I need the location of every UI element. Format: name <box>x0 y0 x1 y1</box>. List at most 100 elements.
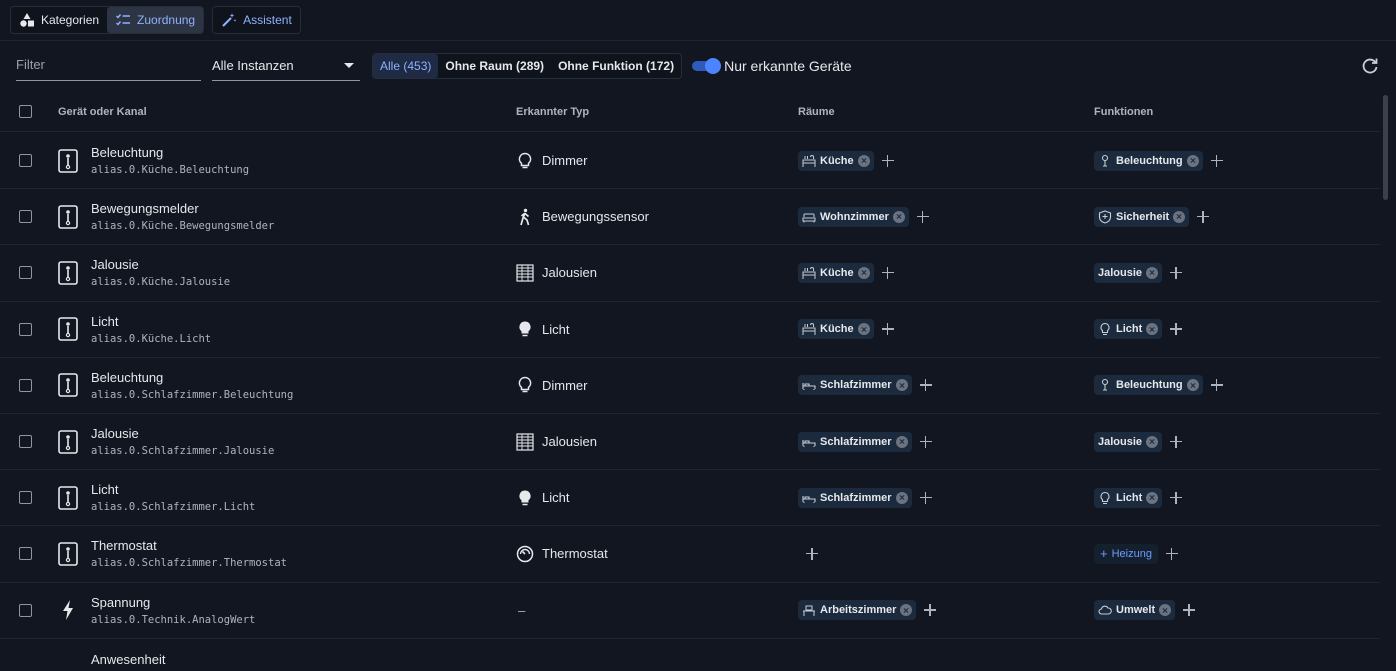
room-chip[interactable]: Schlafzimmer <box>798 487 912 508</box>
add-function-icon[interactable] <box>1164 546 1180 562</box>
room-chip[interactable]: Wohnzimmer <box>798 206 909 227</box>
room-chip[interactable]: Küche <box>798 262 874 283</box>
room-chip-label: Schlafzimmer <box>820 435 892 448</box>
function-chip[interactable]: Sicherheit <box>1094 206 1190 227</box>
tab-kategorien[interactable]: Kategorien <box>11 7 107 33</box>
remove-icon[interactable] <box>1146 491 1159 504</box>
header-type[interactable]: Erkannter Typ <box>516 106 798 118</box>
remove-icon[interactable] <box>1146 435 1159 448</box>
device-cell[interactable]: Beleuchtung alias.0.Schlafzimmer.Beleucht… <box>58 370 516 401</box>
row-checkbox[interactable] <box>19 266 32 280</box>
device-cell[interactable]: Spannung alias.0.Technik.AnalogWert <box>58 595 516 626</box>
tab-assistent[interactable]: Assistent <box>213 7 300 33</box>
refresh-icon[interactable] <box>1360 56 1380 76</box>
header-functions[interactable]: Funktionen <box>1094 106 1380 118</box>
recognized-toggle[interactable]: Nur erkannte Geräte <box>692 58 852 74</box>
function-chip[interactable]: Beleuchtung <box>1094 150 1203 171</box>
add-function-icon[interactable] <box>1181 602 1197 618</box>
device-cell[interactable]: Beleuchtung alias.0.Küche.Beleuchtung <box>58 145 516 176</box>
device-cell[interactable]: Licht alias.0.Küche.Licht <box>58 314 516 345</box>
row-check-cell <box>0 491 58 505</box>
remove-icon[interactable] <box>895 379 908 392</box>
remove-icon[interactable] <box>1146 266 1159 279</box>
header-device[interactable]: Gerät oder Kanal <box>58 106 516 118</box>
room-chip-label: Küche <box>820 323 854 336</box>
add-room-icon[interactable] <box>918 377 934 393</box>
room-chip[interactable]: Schlafzimmer <box>798 375 912 396</box>
room-chip[interactable]: Küche <box>798 150 874 171</box>
function-chip[interactable]: Beleuchtung <box>1094 375 1203 396</box>
add-room-icon[interactable] <box>915 209 931 225</box>
row-check-cell <box>0 547 58 561</box>
device-cell[interactable]: Jalousie alias.0.Schlafzimmer.Jalousie <box>58 426 516 457</box>
add-room-icon[interactable] <box>804 546 820 562</box>
segment-no-function[interactable]: Ohne Funktion (172) <box>551 54 681 78</box>
row-checkbox[interactable] <box>19 547 32 561</box>
suggested-function-chip[interactable]: + Heizung <box>1094 543 1158 564</box>
function-chip[interactable]: Licht <box>1094 487 1163 508</box>
row-checkbox[interactable] <box>19 322 32 336</box>
row-checkbox[interactable] <box>19 154 32 168</box>
select-all-checkbox[interactable] <box>19 105 32 118</box>
add-function-icon[interactable] <box>1195 209 1211 225</box>
remove-icon[interactable] <box>857 323 870 336</box>
add-function-icon[interactable] <box>1168 265 1184 281</box>
device-name: Beleuchtung <box>91 145 164 161</box>
remove-icon[interactable] <box>857 154 870 167</box>
toggle-switch[interactable] <box>692 58 722 74</box>
scrollbar[interactable] <box>1383 95 1388 200</box>
lamp-icon <box>1098 378 1112 392</box>
add-room-icon[interactable] <box>880 153 896 169</box>
add-room-icon[interactable] <box>880 265 896 281</box>
function-chip[interactable]: Licht <box>1094 319 1163 340</box>
add-function-icon[interactable] <box>1209 153 1225 169</box>
segment-all[interactable]: Alle (453) <box>373 54 439 78</box>
device-icon <box>58 261 78 285</box>
remove-icon[interactable] <box>892 210 905 223</box>
bed-icon <box>802 491 816 505</box>
add-function-icon[interactable] <box>1168 434 1184 450</box>
add-function-icon[interactable] <box>1168 490 1184 506</box>
view-tabs: Kategorien Zuordnung <box>10 6 205 34</box>
room-chip[interactable]: Küche <box>798 319 874 340</box>
add-function-icon[interactable] <box>1168 321 1184 337</box>
remove-icon[interactable] <box>1186 154 1199 167</box>
remove-icon[interactable] <box>1159 604 1172 617</box>
remove-icon[interactable] <box>1173 210 1186 223</box>
room-chip[interactable]: Arbeitszimmer <box>798 600 917 621</box>
tab-zuordnung[interactable]: Zuordnung <box>107 7 204 33</box>
add-function-icon[interactable] <box>1209 377 1225 393</box>
add-room-icon[interactable] <box>918 434 934 450</box>
bolt-icon <box>58 598 78 622</box>
instance-select[interactable]: Alle Instanzen <box>212 51 360 81</box>
row-checkbox[interactable] <box>19 603 32 617</box>
add-room-icon[interactable] <box>918 490 934 506</box>
device-cell[interactable]: Jalousie alias.0.Küche.Jalousie <box>58 257 516 288</box>
row-checkbox[interactable] <box>19 435 32 449</box>
function-chip-label: Beleuchtung <box>1116 379 1183 392</box>
segment-no-room[interactable]: Ohne Raum (289) <box>438 54 551 78</box>
header-rooms[interactable]: Räume <box>798 106 1094 118</box>
device-cell[interactable]: Bewegungsmelder alias.0.Küche.Bewegungsme… <box>58 201 516 232</box>
function-chip[interactable]: Jalousie <box>1094 262 1163 283</box>
add-room-icon[interactable] <box>880 321 896 337</box>
remove-icon[interactable] <box>895 491 908 504</box>
rooms-cell: Wohnzimmer <box>798 206 1094 227</box>
remove-icon[interactable] <box>857 266 870 279</box>
row-checkbox[interactable] <box>19 378 32 392</box>
function-chip[interactable]: Umwelt <box>1094 600 1176 621</box>
function-chip[interactable]: Jalousie <box>1094 431 1163 452</box>
row-checkbox[interactable] <box>19 210 32 224</box>
room-chip[interactable]: Schlafzimmer <box>798 431 912 452</box>
remove-icon[interactable] <box>895 435 908 448</box>
remove-icon[interactable] <box>1186 379 1199 392</box>
filter-input[interactable] <box>16 51 201 81</box>
remove-icon[interactable] <box>1146 323 1159 336</box>
remove-icon[interactable] <box>900 604 913 617</box>
device-cell[interactable]: Licht alias.0.Schlafzimmer.Licht <box>58 482 516 513</box>
row-checkbox[interactable] <box>19 491 32 505</box>
add-room-icon[interactable] <box>922 602 938 618</box>
device-path: alias.0.Schlafzimmer.Beleuchtung <box>91 388 294 401</box>
device-cell[interactable]: Thermostat alias.0.Schlafzimmer.Thermosta… <box>58 538 516 569</box>
device-name: Bewegungsmelder <box>91 201 199 217</box>
